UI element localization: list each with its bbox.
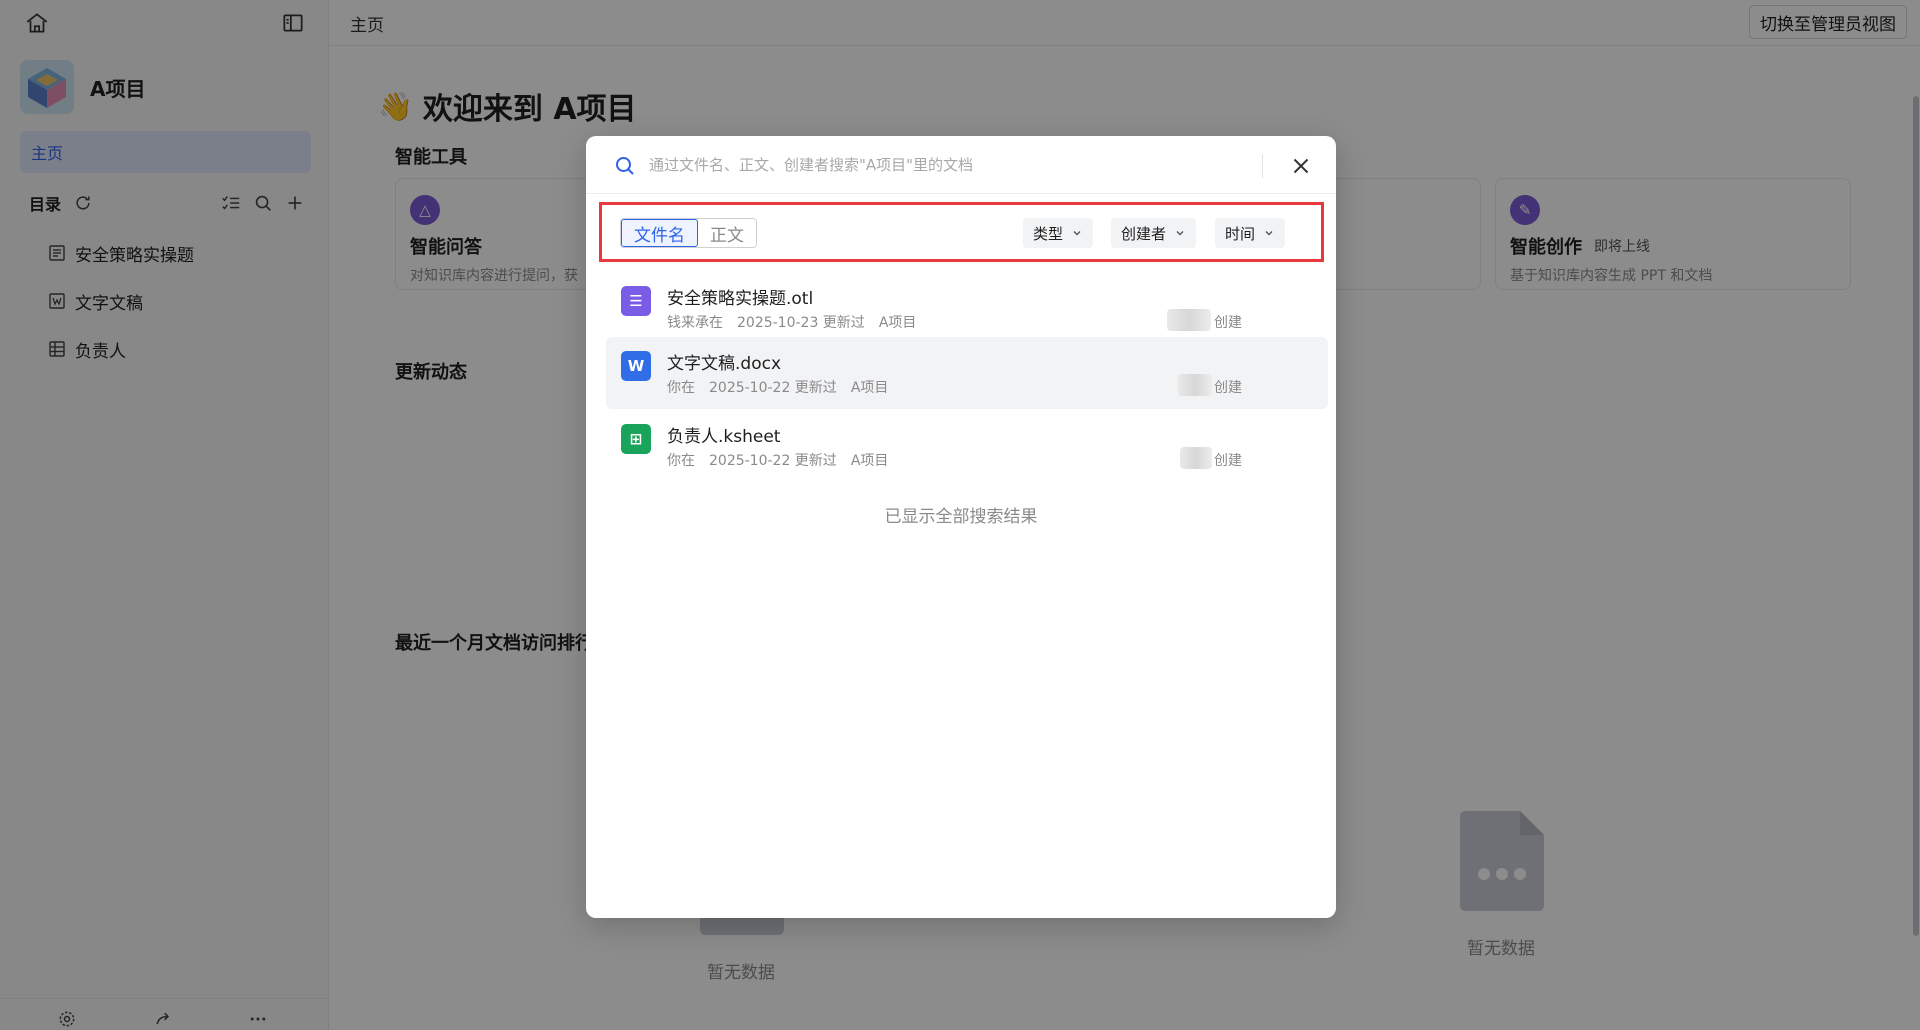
result-meta: 你在 2025-10-22 更新过 A项目	[667, 453, 889, 469]
word-doc-icon: W	[621, 351, 651, 381]
close-icon[interactable]	[1288, 153, 1314, 179]
result-meta: 钱来承在 2025-10-23 更新过 A项目	[667, 315, 917, 331]
search-input[interactable]	[649, 150, 1229, 180]
filter-bar: 文件名 正文 类型 创建者 时间	[599, 202, 1324, 262]
sheet-icon: ⊞	[621, 424, 651, 454]
chevron-down-icon	[1176, 231, 1184, 236]
outline-doc-icon: ☰	[621, 286, 651, 316]
result-created-label: 创建	[1214, 453, 1242, 469]
creator-avatar	[1167, 309, 1211, 331]
result-created-label: 创建	[1214, 380, 1242, 396]
creator-filter-dropdown[interactable]: 创建者	[1111, 218, 1197, 248]
result-filename: 安全策略实操题.otl	[667, 289, 814, 309]
creator-avatar	[1180, 447, 1212, 469]
app-root: A项目 主页 目录 安全策略实操题 文字文稿 负责人 主页 切换至管理员视图 👋…	[0, 0, 1920, 1030]
result-meta: 你在 2025-10-22 更新过 A项目	[667, 380, 889, 396]
search-result-item[interactable]: ⊞ 负责人.ksheet 你在 2025-10-22 更新过 A项目 创建	[606, 410, 1328, 482]
all-results-shown-text: 已显示全部搜索结果	[884, 507, 1038, 527]
search-icon	[613, 154, 637, 178]
result-filename: 负责人.ksheet	[667, 427, 781, 447]
divider	[1262, 154, 1263, 178]
type-filter-dropdown[interactable]: 类型	[1023, 218, 1094, 248]
search-scope-toggle: 文件名 正文	[620, 218, 757, 248]
chevron-down-icon	[1265, 231, 1273, 236]
tab-content[interactable]: 正文	[698, 219, 756, 247]
chevron-down-icon	[1073, 231, 1081, 236]
result-created-label: 创建	[1214, 315, 1242, 331]
search-dialog: 文件名 正文 类型 创建者 时间 ☰ 安全策略实操题.otl 钱来承在2025-…	[586, 136, 1336, 918]
search-result-item[interactable]: W 文字文稿.docx 你在 2025-10-22 更新过 A项目 创建	[606, 337, 1328, 409]
search-header	[586, 136, 1336, 194]
result-filename: 文字文稿.docx	[667, 354, 782, 374]
time-filter-dropdown[interactable]: 时间	[1215, 218, 1286, 248]
search-result-item[interactable]: ☰ 安全策略实操题.otl 钱来承在 2025-10-23 更新过 A项目 创建	[606, 272, 1328, 344]
creator-avatar	[1178, 374, 1212, 396]
tab-filename[interactable]: 文件名	[621, 219, 698, 247]
